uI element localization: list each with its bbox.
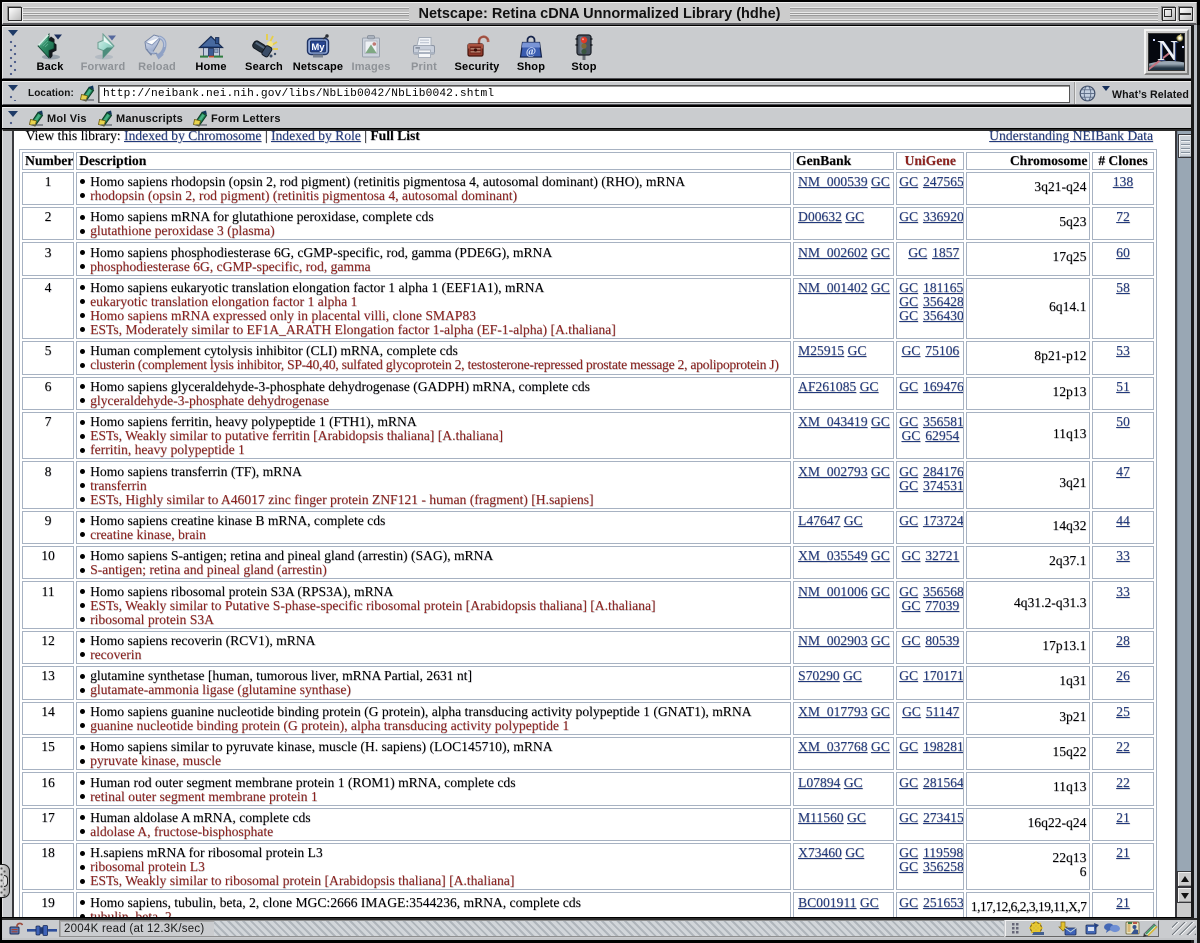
svg-text:@: @ xyxy=(526,46,536,58)
svg-text:My: My xyxy=(311,42,325,53)
